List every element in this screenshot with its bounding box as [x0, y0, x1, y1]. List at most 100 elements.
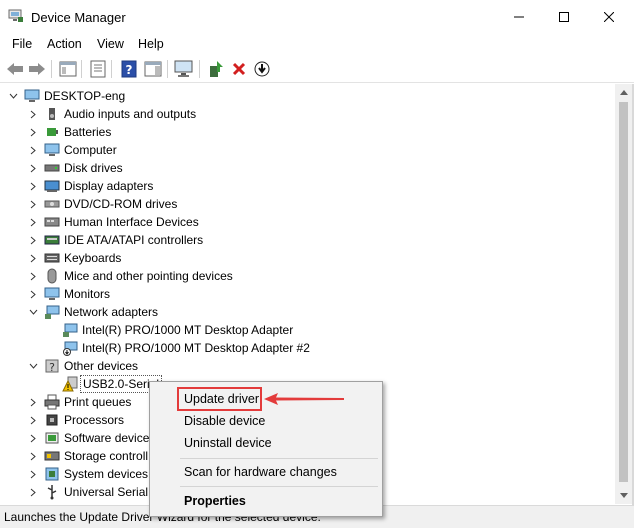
chevron-right-icon[interactable] — [28, 177, 38, 195]
menu-help[interactable]: Help — [138, 37, 164, 51]
svg-text:?: ? — [126, 63, 133, 77]
chevron-right-icon[interactable] — [28, 123, 38, 141]
chevron-down-icon[interactable] — [28, 357, 38, 375]
ide-controller-icon — [44, 232, 60, 248]
action-pane-icon — [144, 61, 162, 77]
tree-category-row[interactable]: IDE ATA/ATAPI controllers — [28, 231, 203, 249]
menu-view[interactable]: View — [97, 37, 124, 51]
scroll-up-button[interactable] — [615, 84, 632, 101]
tree-item-label: IDE ATA/ATAPI controllers — [64, 233, 204, 247]
menu-file[interactable]: File — [12, 37, 32, 51]
unknown-device-icon: ? — [44, 358, 60, 374]
tree-category-row[interactable]: System devices — [28, 465, 148, 483]
chevron-right-icon[interactable] — [28, 195, 38, 213]
uninstall-device-toolbar-button[interactable] — [229, 59, 249, 79]
tree-device-row[interactable]: USB2.0-Serial — [46, 375, 163, 393]
chevron-right-icon[interactable] — [28, 483, 38, 501]
mouse-icon — [44, 268, 60, 284]
storage-controller-icon — [44, 448, 60, 464]
menu-bar: File Action View Help — [0, 34, 634, 54]
chevron-right-icon[interactable] — [28, 429, 38, 447]
menu-item-properties[interactable]: Properties — [184, 494, 246, 508]
enable-device-toolbar-button[interactable] — [252, 59, 272, 79]
tree-category-row[interactable]: Mice and other pointing devices — [28, 267, 233, 285]
forward-button[interactable] — [27, 59, 47, 79]
monitor-scan-icon — [174, 60, 193, 77]
chevron-right-icon[interactable] — [28, 249, 38, 267]
tree-category-row[interactable]: Network adapters — [28, 303, 158, 321]
chevron-right-icon[interactable] — [28, 447, 38, 465]
tree-category-row[interactable]: Disk drives — [28, 159, 123, 177]
chevron-right-icon[interactable] — [28, 267, 38, 285]
tree-item-label: Human Interface Devices — [64, 215, 199, 229]
tree-category-row[interactable]: Keyboards — [28, 249, 121, 267]
chevron-right-icon[interactable] — [28, 105, 38, 123]
chevron-right-icon[interactable] — [28, 393, 38, 411]
show-hide-console-tree-button[interactable] — [58, 59, 78, 79]
tree-category-row[interactable]: Computer — [28, 141, 117, 159]
menu-item-disable-device[interactable]: Disable device — [184, 414, 265, 428]
tree-category-row[interactable]: Audio inputs and outputs — [28, 105, 196, 123]
hid-icon — [44, 214, 60, 230]
update-driver-icon — [210, 61, 223, 77]
tree-category-row[interactable]: Display adapters — [28, 177, 153, 195]
scan-hardware-button[interactable] — [174, 59, 194, 79]
scrollbar-thumb[interactable] — [619, 102, 628, 482]
network-icon — [62, 322, 78, 338]
display-adapter-icon — [44, 178, 60, 194]
title-bar[interactable]: Device Manager — [0, 0, 634, 34]
tree-category-row[interactable]: Software device — [28, 429, 149, 447]
chevron-down-icon[interactable] — [28, 303, 38, 321]
chevron-right-icon[interactable] — [28, 465, 38, 483]
window-title: Device Manager — [31, 10, 126, 25]
back-button[interactable] — [5, 59, 25, 79]
menu-item-scan-hardware[interactable]: Scan for hardware changes — [184, 465, 337, 479]
tree-category-row[interactable]: Print queues — [28, 393, 131, 411]
tree-device-row[interactable]: Intel(R) PRO/1000 MT Desktop Adapter #2 — [46, 339, 310, 357]
tree-item-label: Disk drives — [64, 161, 123, 175]
tree-item-label: Audio inputs and outputs — [64, 107, 197, 121]
chevron-right-icon[interactable] — [28, 231, 38, 249]
tree-category-row[interactable]: DVD/CD-ROM drives — [28, 195, 177, 213]
tree-category-row[interactable]: Human Interface Devices — [28, 213, 199, 231]
tree-category-row[interactable]: ? Other devices — [28, 357, 138, 375]
scroll-down-button[interactable] — [615, 487, 632, 504]
chevron-down-icon[interactable] — [8, 87, 18, 105]
forward-arrow-icon — [29, 63, 45, 75]
device-manager-app-icon — [8, 9, 24, 23]
toolbar-separator — [111, 60, 112, 78]
tree-device-row[interactable]: Intel(R) PRO/1000 MT Desktop Adapter — [46, 321, 293, 339]
tree-category-row[interactable]: Batteries — [28, 123, 111, 141]
action-pane-button[interactable] — [143, 59, 163, 79]
tree-category-row[interactable]: Storage controll — [28, 447, 148, 465]
menu-item-uninstall-device[interactable]: Uninstall device — [184, 436, 272, 450]
tree-item-label: Storage controll — [64, 449, 149, 463]
close-button[interactable] — [586, 0, 632, 34]
tree-item-label: Computer — [64, 143, 117, 157]
tree-root[interactable]: DESKTOP-eng — [8, 87, 125, 105]
tree-category-row[interactable]: Processors — [28, 411, 124, 429]
tree-category-row[interactable]: Monitors — [28, 285, 110, 303]
maximize-button[interactable] — [541, 0, 587, 34]
update-driver-toolbar-button[interactable] — [206, 59, 226, 79]
chevron-right-icon[interactable] — [28, 213, 38, 231]
minimize-button[interactable] — [496, 0, 542, 34]
tree-item-label: Batteries — [64, 125, 112, 139]
chevron-right-icon[interactable] — [28, 285, 38, 303]
menu-action[interactable]: Action — [47, 37, 82, 51]
properties-button[interactable] — [88, 59, 108, 79]
tree-category-row[interactable]: Universal Serial — [28, 483, 148, 501]
console-tree-icon — [59, 61, 77, 77]
vertical-scrollbar[interactable] — [615, 84, 632, 504]
tree-item-label: Intel(R) PRO/1000 MT Desktop Adapter — [82, 323, 294, 337]
chevron-right-icon[interactable] — [28, 141, 38, 159]
download-arrow-circle-icon — [254, 61, 270, 77]
toolbar-separator — [81, 60, 82, 78]
chevron-right-icon[interactable] — [28, 411, 38, 429]
usb-icon — [44, 484, 60, 500]
update-driver-highlight-box — [177, 387, 262, 411]
chevron-right-icon[interactable] — [28, 159, 38, 177]
help-button[interactable]: ? — [119, 59, 139, 79]
cpu-icon — [44, 412, 60, 428]
